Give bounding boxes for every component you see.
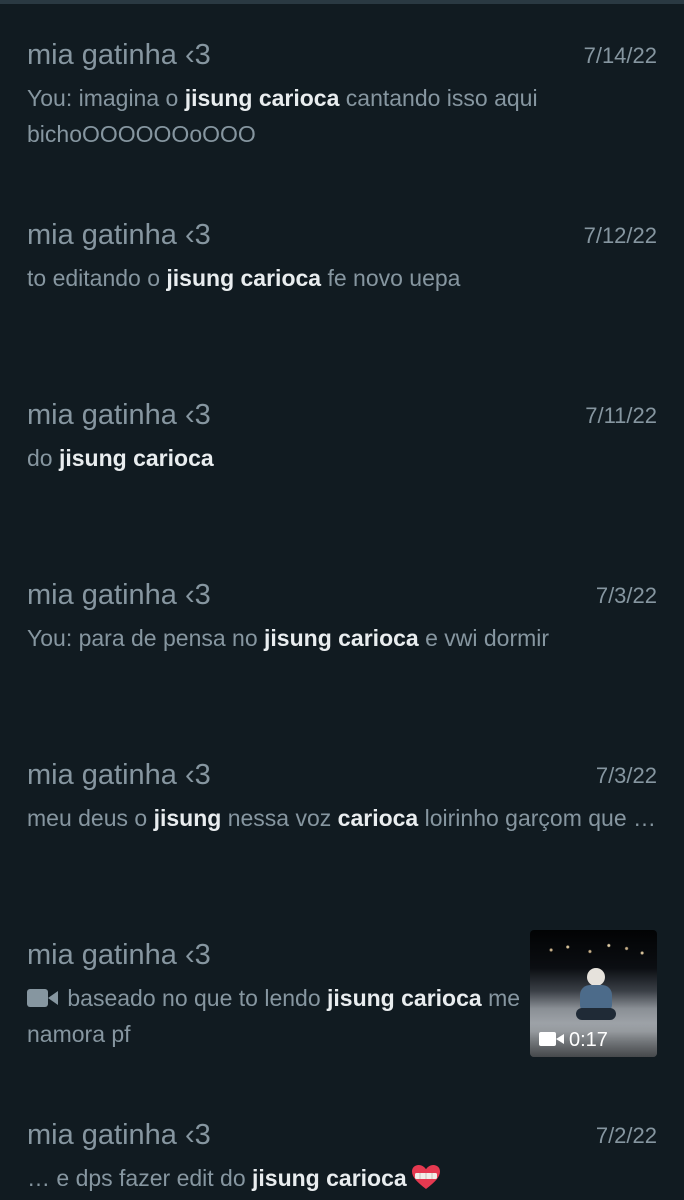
message-preview: baseado no que to lendo jisung carioca m… bbox=[27, 980, 527, 1052]
search-result-item[interactable]: mia gatinha ‹3 7/3/22 meu deus o jisung … bbox=[27, 758, 657, 868]
message-date: 7/12/22 bbox=[583, 223, 657, 248]
message-preview: You: imagina o jisung carioca cantando i… bbox=[27, 80, 657, 152]
search-match: carioca bbox=[337, 805, 419, 831]
video-camera-icon bbox=[539, 1032, 565, 1046]
preview-text: nessa voz bbox=[221, 805, 338, 831]
contact-name: mia gatinha ‹3 bbox=[27, 39, 211, 71]
message-date: 7/2/22 bbox=[595, 1123, 657, 1148]
message-preview: to editando o jisung carioca fe novo uep… bbox=[27, 260, 657, 296]
video-camera-icon bbox=[27, 988, 59, 1008]
preview-text: You: para de pensa no bbox=[27, 625, 265, 651]
message-date: 7/11/22 bbox=[585, 403, 657, 428]
search-match: jisung carioca bbox=[327, 985, 482, 1011]
top-divider bbox=[0, 0, 684, 4]
search-result-item[interactable]: mia gatinha ‹3 7/2/22 … e dps fazer edit… bbox=[27, 1118, 657, 1198]
search-result-item[interactable]: mia gatinha ‹3 7/14/22 You: imagina o ji… bbox=[27, 38, 657, 148]
contact-name: mia gatinha ‹3 bbox=[27, 759, 211, 791]
thumbnail-person-head bbox=[587, 968, 605, 986]
message-date: 7/3/22 bbox=[595, 583, 657, 608]
preview-text: do bbox=[27, 445, 59, 471]
video-thumbnail[interactable]: 0:17 bbox=[530, 930, 657, 1057]
thumbnail-lights bbox=[540, 938, 651, 968]
message-preview: … e dps fazer edit do jisung carioca bbox=[27, 1160, 657, 1196]
mending-heart-icon bbox=[411, 1165, 440, 1189]
search-result-item[interactable]: mia gatinha ‹3 baseado no que to lendo j… bbox=[27, 930, 657, 1063]
preview-text: baseado no que to lendo bbox=[61, 985, 328, 1011]
message-preview: meu deus o jisung nessa voz carioca loir… bbox=[27, 800, 657, 836]
search-match: jisung carioca bbox=[184, 85, 340, 111]
preview-text: You: imagina o bbox=[27, 85, 185, 111]
video-duration-text: 0:17 bbox=[569, 1029, 608, 1051]
search-match: jisung carioca bbox=[264, 625, 419, 651]
search-match: jisung carioca bbox=[252, 1165, 407, 1191]
contact-name: mia gatinha ‹3 bbox=[27, 1119, 211, 1151]
preview-text: to editando o bbox=[27, 265, 167, 291]
search-result-item[interactable]: mia gatinha ‹3 7/11/22 do jisung carioca bbox=[27, 398, 657, 478]
message-date: 7/14/22 bbox=[583, 43, 657, 68]
preview-text: loirinho garçom que … bbox=[418, 805, 657, 831]
contact-name: mia gatinha ‹3 bbox=[27, 939, 211, 971]
search-match: jisung carioca bbox=[58, 445, 214, 471]
contact-name: mia gatinha ‹3 bbox=[27, 579, 211, 611]
search-result-item[interactable]: mia gatinha ‹3 7/12/22 to editando o jis… bbox=[27, 218, 657, 298]
message-preview: do jisung carioca bbox=[27, 440, 657, 476]
preview-text: e vwi dormir bbox=[418, 625, 550, 651]
search-match: jisung carioca bbox=[166, 265, 322, 291]
message-date: 7/3/22 bbox=[595, 763, 657, 788]
search-result-item[interactable]: mia gatinha ‹3 7/3/22 You: para de pensa… bbox=[27, 578, 657, 658]
preview-text: fe novo uepa bbox=[321, 265, 461, 291]
search-match: jisung bbox=[153, 805, 222, 831]
message-preview: You: para de pensa no jisung carioca e v… bbox=[27, 620, 657, 656]
preview-text: meu deus o bbox=[27, 805, 154, 831]
video-duration: 0:17 bbox=[539, 1028, 608, 1052]
preview-text: … e dps fazer edit do bbox=[27, 1165, 253, 1191]
contact-name: mia gatinha ‹3 bbox=[27, 219, 211, 251]
contact-name: mia gatinha ‹3 bbox=[27, 399, 211, 431]
thumbnail-person-legs bbox=[576, 1008, 616, 1020]
